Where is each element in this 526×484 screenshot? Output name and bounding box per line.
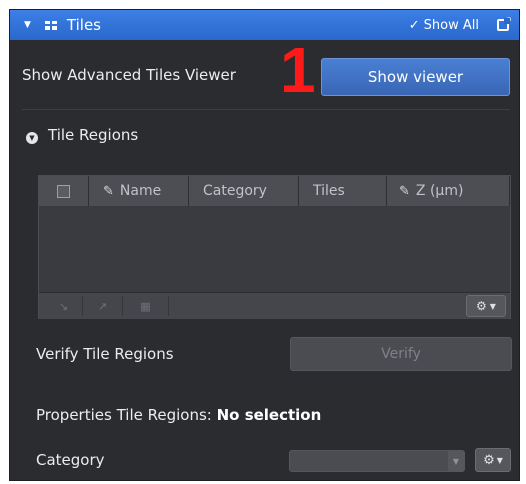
panel-header[interactable]: ▼ Tiles ✓ Show All: [10, 10, 519, 40]
table-body: [39, 206, 510, 292]
table-toolbar: ↘ ↗ ▦ ⚙ ▼: [39, 292, 510, 319]
select-all-cell: [39, 176, 89, 206]
tiles-grid-icon: [44, 20, 57, 30]
properties-value: No selection: [216, 406, 322, 424]
properties-label: Properties Tile Regions:: [36, 406, 212, 424]
column-z-label: Z (µm): [415, 183, 464, 199]
dropdown-arrow-icon: ▼: [448, 451, 464, 471]
show-all-label: Show All: [423, 17, 479, 33]
delete-icon[interactable]: ▦: [123, 296, 169, 316]
pencil-icon: ✎: [103, 183, 114, 199]
table-header: ✎ Name Category Tiles ✎ Z (µm): [39, 176, 510, 207]
section-collapse-icon[interactable]: ▼: [26, 132, 38, 144]
pencil-icon: ✎: [399, 183, 410, 199]
advanced-viewer-label: Show Advanced Tiles Viewer: [22, 66, 236, 84]
checkmark-icon: ✓: [408, 17, 420, 33]
tile-regions-title: Tile Regions: [48, 126, 139, 144]
divider: [22, 109, 510, 110]
chevron-down-icon: ▼: [489, 301, 496, 311]
show-viewer-button[interactable]: Show viewer: [321, 58, 510, 96]
column-name[interactable]: ✎ Name: [89, 176, 189, 206]
popout-icon[interactable]: [497, 14, 512, 31]
move-down-icon[interactable]: ↘: [45, 296, 83, 316]
category-select[interactable]: ▼: [289, 450, 465, 472]
verify-label: Verify Tile Regions: [36, 345, 174, 363]
gear-icon: ⚙: [476, 299, 487, 313]
verify-button[interactable]: Verify: [290, 337, 512, 371]
gear-icon: ⚙: [483, 452, 495, 468]
panel-title: Tiles: [66, 16, 102, 34]
column-category[interactable]: Category: [189, 176, 299, 206]
column-tiles[interactable]: Tiles: [299, 176, 387, 206]
column-name-label: Name: [119, 183, 162, 199]
annotation-number: 1: [280, 34, 316, 106]
column-z[interactable]: ✎ Z (µm): [387, 176, 510, 206]
collapse-triangle-icon[interactable]: ▼: [24, 20, 31, 30]
table-options-button[interactable]: ⚙ ▼: [466, 295, 506, 317]
tile-regions-table: ✎ Name Category Tiles ✎ Z (µm) ↘ ↗ ▦ ⚙ ▼: [38, 175, 511, 319]
category-options-button[interactable]: ⚙ ▼: [475, 448, 511, 472]
tiles-panel: ▼ Tiles ✓ Show All Show Advanced Tiles V…: [9, 9, 520, 481]
move-up-icon[interactable]: ↗: [83, 296, 123, 316]
properties-heading: Properties Tile Regions: No selection: [36, 406, 321, 424]
chevron-down-icon: ▼: [496, 455, 503, 465]
category-label: Category: [36, 451, 105, 469]
column-tiles-label: Tiles: [313, 183, 345, 199]
select-all-checkbox[interactable]: [57, 184, 70, 198]
column-category-label: Category: [203, 183, 267, 199]
show-all-toggle[interactable]: ✓ Show All: [409, 18, 479, 33]
